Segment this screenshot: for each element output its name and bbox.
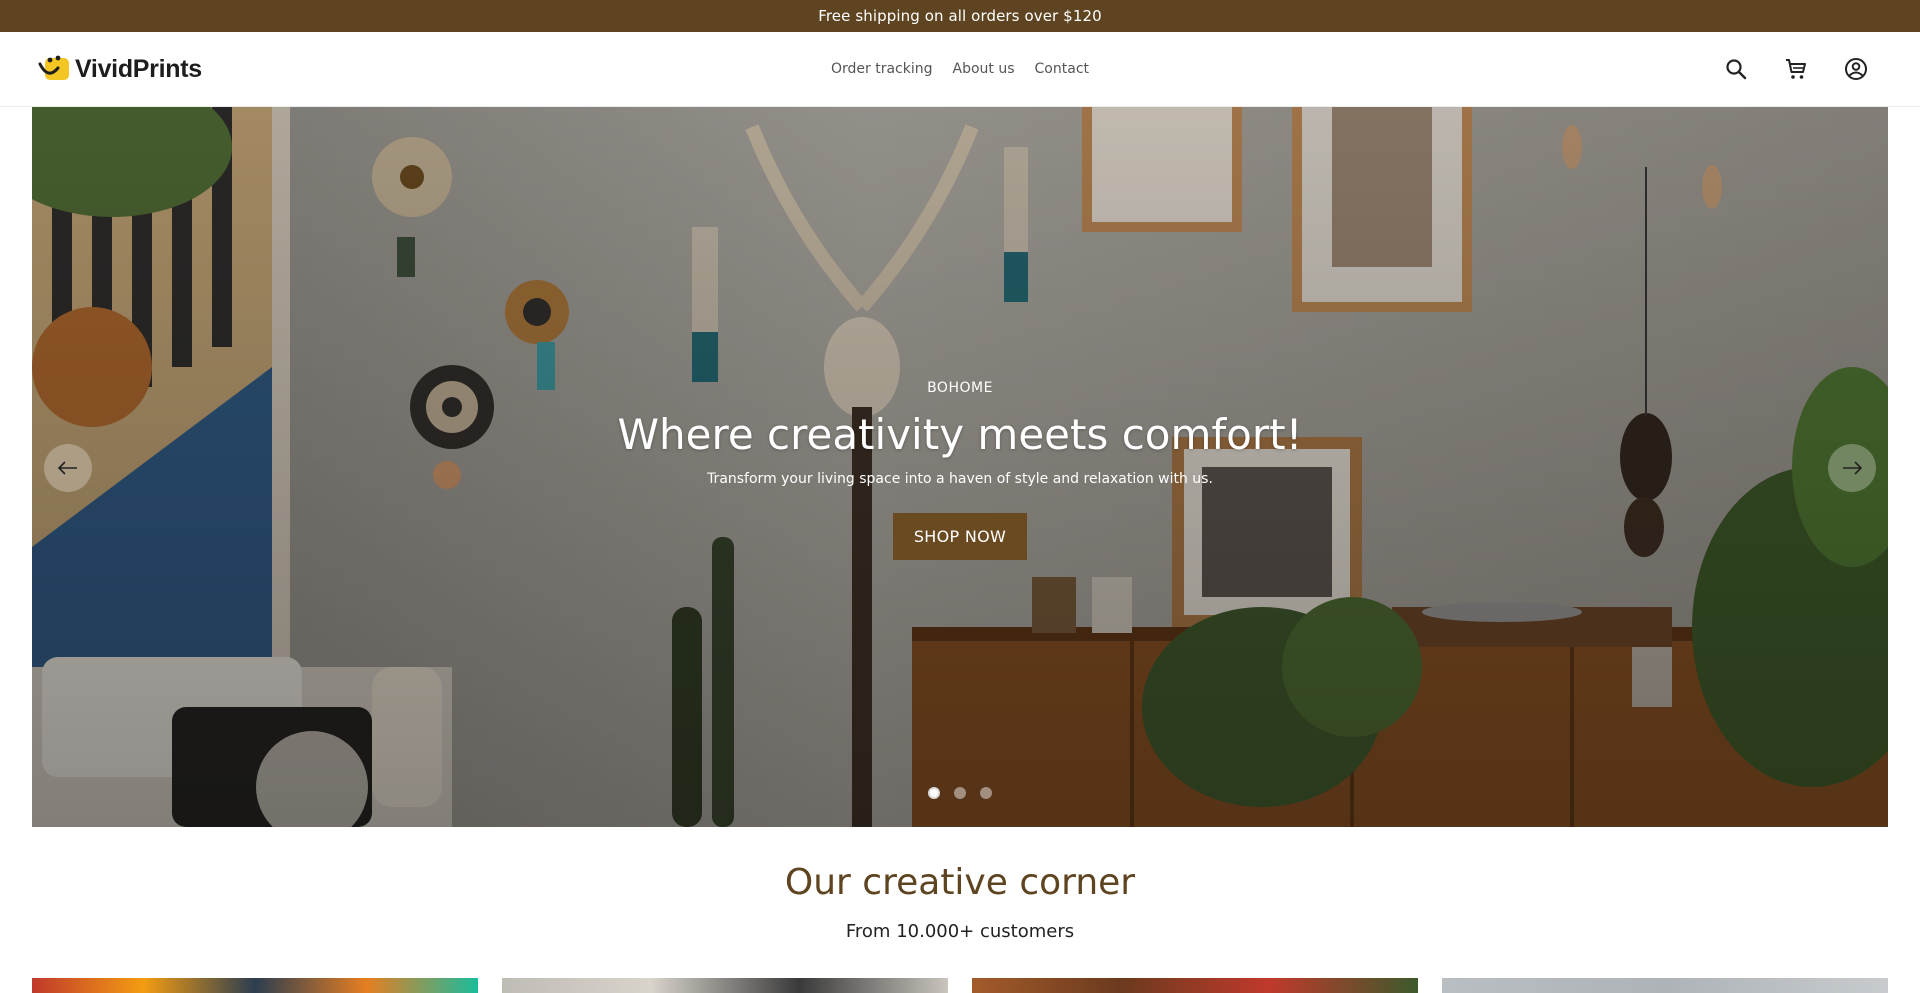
gallery-card[interactable] xyxy=(502,978,948,993)
logo-text: VividPrints xyxy=(75,54,202,83)
section-title: Our creative corner xyxy=(784,862,1136,903)
main-nav: Order tracking About us Contact xyxy=(831,61,1089,77)
hero-slider: BOHOME Where creativity meets comfort! T… xyxy=(32,107,1888,827)
cart-icon[interactable] xyxy=(1782,55,1810,83)
nav-order-tracking[interactable]: Order tracking xyxy=(831,61,933,77)
account-icon[interactable] xyxy=(1842,55,1870,83)
gallery-row xyxy=(32,978,1888,993)
hero-content: BOHOME Where creativity meets comfort! T… xyxy=(32,380,1888,560)
slide-indicators xyxy=(32,787,1888,799)
slide-dot-1[interactable] xyxy=(928,787,940,799)
gallery-card[interactable] xyxy=(32,978,478,993)
search-icon[interactable] xyxy=(1722,55,1750,83)
hero-eyebrow: BOHOME xyxy=(927,380,993,396)
header-actions xyxy=(1722,55,1870,83)
nav-contact[interactable]: Contact xyxy=(1035,61,1089,77)
gallery-card[interactable] xyxy=(1442,978,1888,993)
hero-subtitle: Transform your living space into a haven… xyxy=(707,471,1213,487)
site-header: VividPrints Order tracking About us Cont… xyxy=(0,32,1920,107)
prev-slide-button[interactable] xyxy=(44,444,92,492)
gallery-card[interactable] xyxy=(972,978,1418,993)
section-subtitle: From 10.000+ customers xyxy=(845,921,1075,942)
announcement-text: Free shipping on all orders over $120 xyxy=(818,7,1102,25)
arrow-right-icon xyxy=(1843,461,1862,475)
next-slide-button[interactable] xyxy=(1828,444,1876,492)
logo-smile-icon xyxy=(36,54,72,84)
creative-corner-section: Our creative corner From 10.000+ custome… xyxy=(0,862,1920,942)
arrow-left-icon xyxy=(58,461,77,475)
slide-dot-3[interactable] xyxy=(980,787,992,799)
announcement-bar: Free shipping on all orders over $120 xyxy=(0,0,1920,32)
hero-title: Where creativity meets comfort! xyxy=(617,410,1303,459)
shop-now-button[interactable]: SHOP NOW xyxy=(892,513,1028,560)
logo[interactable]: VividPrints xyxy=(36,54,202,84)
nav-about-us[interactable]: About us xyxy=(953,61,1015,77)
slide-dot-2[interactable] xyxy=(954,787,966,799)
